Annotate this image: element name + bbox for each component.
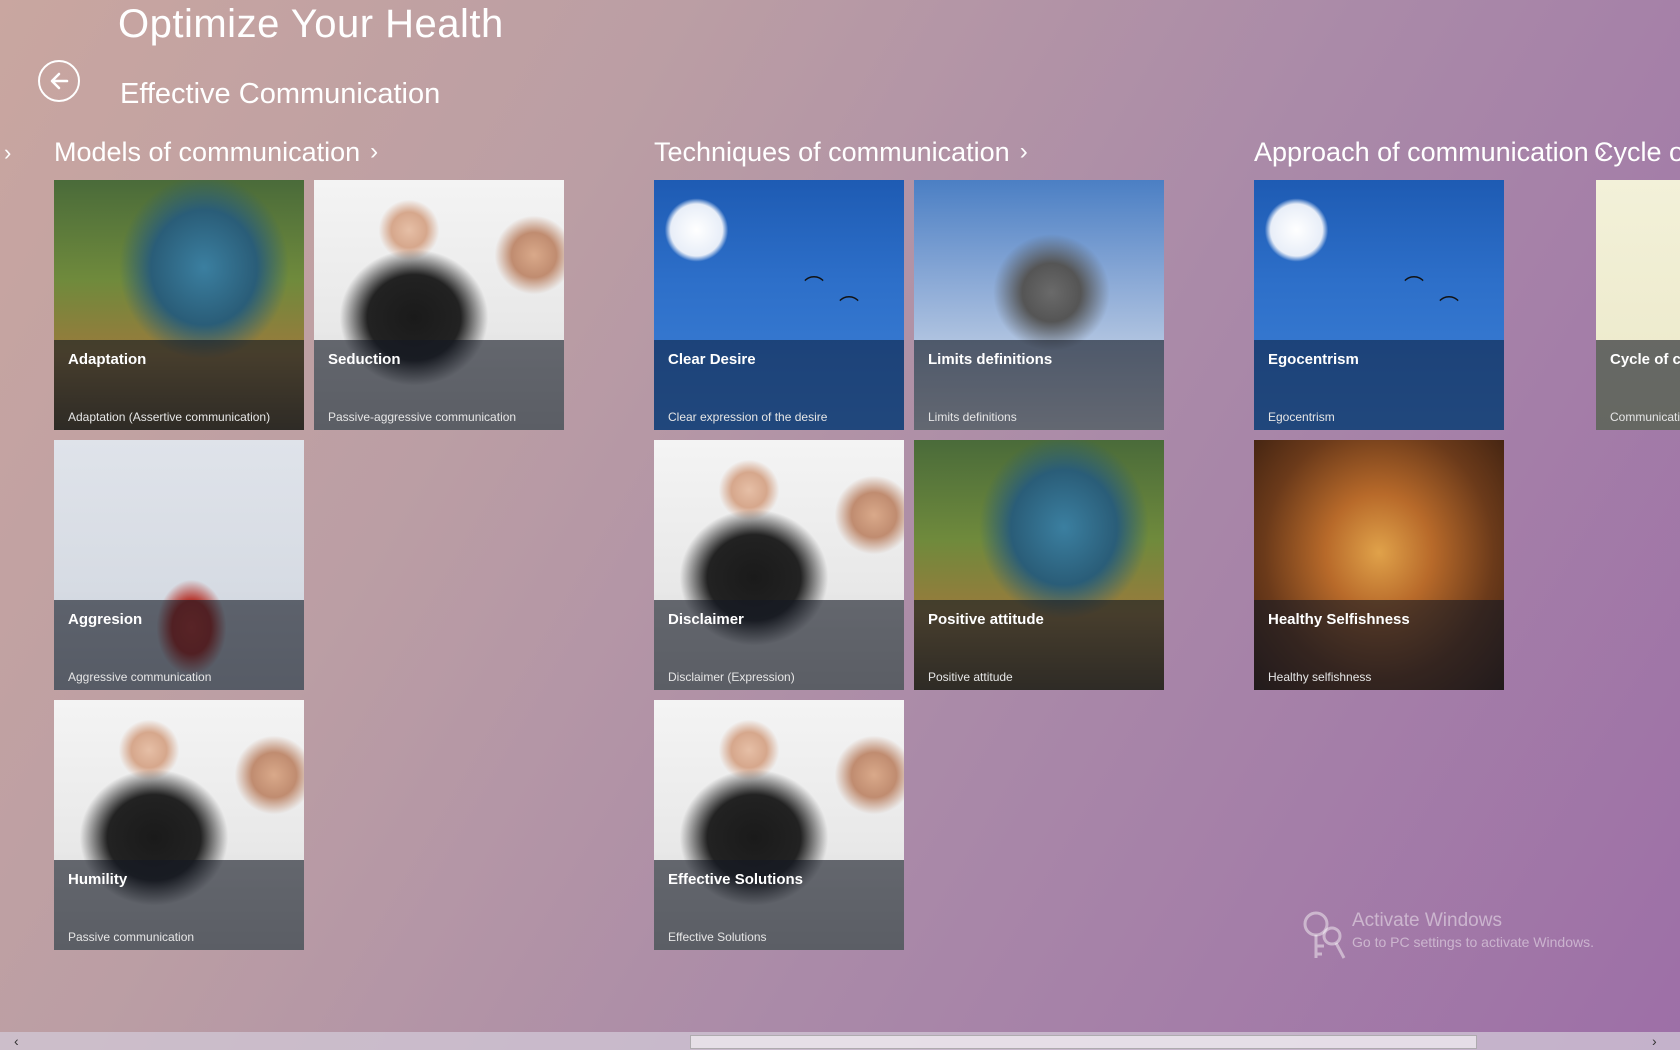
chevron-right-icon: › (370, 138, 379, 165)
tile-subtitle: Passive communication (68, 930, 195, 944)
tile-title: Cycle of co (1610, 351, 1680, 368)
group-header-approach[interactable]: Approach of communication › (1254, 132, 1607, 172)
tile-healthy-selfishness[interactable]: Healthy Selfishness Healthy selfishness (1254, 440, 1504, 690)
group-techniques: Techniques of communication › ⌒ ⌒ Clear … (654, 132, 1164, 950)
tile-clear-desire[interactable]: ⌒ ⌒ Clear Desire Clear expression of the… (654, 180, 904, 430)
tile-title: Aggresion (68, 611, 143, 628)
tile-subtitle: Egocentrism (1268, 410, 1335, 424)
watermark-title: Activate Windows (1352, 910, 1502, 931)
scroll-left-chevron-icon[interactable]: › (4, 140, 11, 166)
tile-egocentrism[interactable]: ⌒ ⌒ Egocentrism Egocentrism (1254, 180, 1504, 430)
tile-title: Adaptation (68, 351, 147, 368)
chevron-right-icon: › (1019, 138, 1028, 165)
tile-subtitle: Passive-aggressive communication (328, 410, 517, 424)
tile-limits-definitions[interactable]: Limits definitions Limits definitions (914, 180, 1164, 430)
scroll-thumb[interactable] (690, 1035, 1477, 1049)
tile-subtitle: Clear expression of the desire (668, 410, 828, 424)
group-header-cycle[interactable]: Cycle of co (1594, 132, 1680, 172)
bird-icon: ⌒ (804, 276, 824, 298)
group-approach: Approach of communication › ⌒ ⌒ Egocentr… (1254, 132, 1607, 690)
tile-title: Humility (68, 871, 128, 888)
tile-subtitle: Healthy selfishness (1268, 670, 1372, 684)
tile-title: Clear Desire (668, 351, 756, 368)
tile-subtitle: Limits definitions (928, 410, 1017, 424)
tile-title: Egocentrism (1268, 351, 1359, 368)
horizontal-scrollbar[interactable]: ‹ › (0, 1032, 1680, 1050)
tile-seduction[interactable]: Seduction Passive-aggressive communicati… (314, 180, 564, 430)
tile-subtitle: Communicati (1610, 410, 1680, 424)
tile-adaptation[interactable]: Adaptation Adaptation (Assertive communi… (54, 180, 304, 430)
tile-subtitle: Effective Solutions (668, 930, 767, 944)
watermark-subtitle: Go to PC settings to activate Windows. (1352, 934, 1594, 950)
bird-icon: ⌒ (1439, 296, 1459, 318)
bird-icon: ⌒ (1404, 276, 1424, 298)
activate-windows-watermark: Activate Windows Go to PC settings to ac… (1300, 910, 1594, 959)
tile-disclaimer[interactable]: Disclaimer Disclaimer (Expression) (654, 440, 904, 690)
tile-title: Healthy Selfishness (1268, 611, 1410, 628)
tile-title: Positive attitude (928, 611, 1044, 628)
back-button[interactable] (38, 60, 80, 102)
group-header-label: Cycle of co (1594, 136, 1680, 167)
tile-title: Seduction (328, 351, 401, 368)
tile-humility[interactable]: Humility Passive communication (54, 700, 304, 950)
group-header-label: Techniques of communication (654, 136, 1010, 167)
group-header-label: Approach of communication (1254, 136, 1589, 167)
back-arrow-icon (50, 72, 69, 90)
group-cycle: Cycle of co Cycle of co Communicati (1594, 132, 1680, 592)
tile-subtitle: Positive attitude (928, 670, 1013, 684)
scroll-left-arrow-icon[interactable]: ‹ (14, 1032, 19, 1050)
tile-effective-solutions[interactable]: Effective Solutions Effective Solutions (654, 700, 904, 950)
tile-cycle[interactable]: Cycle of co Communicati (1596, 180, 1680, 430)
tile-positive-attitude[interactable]: Positive attitude Positive attitude (914, 440, 1164, 690)
tile-subtitle: Aggressive communication (68, 670, 212, 684)
tile-subtitle: Adaptation (Assertive communication) (68, 410, 271, 424)
group-header-label: Models of communication (54, 136, 361, 167)
tile-aggresion[interactable]: Aggresion Aggressive communication (54, 440, 304, 690)
bird-icon: ⌒ (839, 296, 859, 318)
group-models: Models of communication › Adaptation Ada… (54, 132, 564, 950)
page-subtitle: Effective Communication (120, 78, 441, 110)
scroll-right-arrow-icon[interactable]: › (1652, 1032, 1657, 1050)
app-title: Optimize Your Health (118, 2, 504, 46)
key-icon (1303, 911, 1346, 959)
tile-subtitle: Disclaimer (Expression) (668, 670, 795, 684)
tile-title: Limits definitions (928, 351, 1053, 368)
group-header-techniques[interactable]: Techniques of communication › (654, 132, 1028, 172)
tile-title: Disclaimer (668, 611, 744, 628)
group-header-models[interactable]: Models of communication › (54, 132, 378, 172)
tile-title: Effective Solutions (668, 871, 804, 888)
